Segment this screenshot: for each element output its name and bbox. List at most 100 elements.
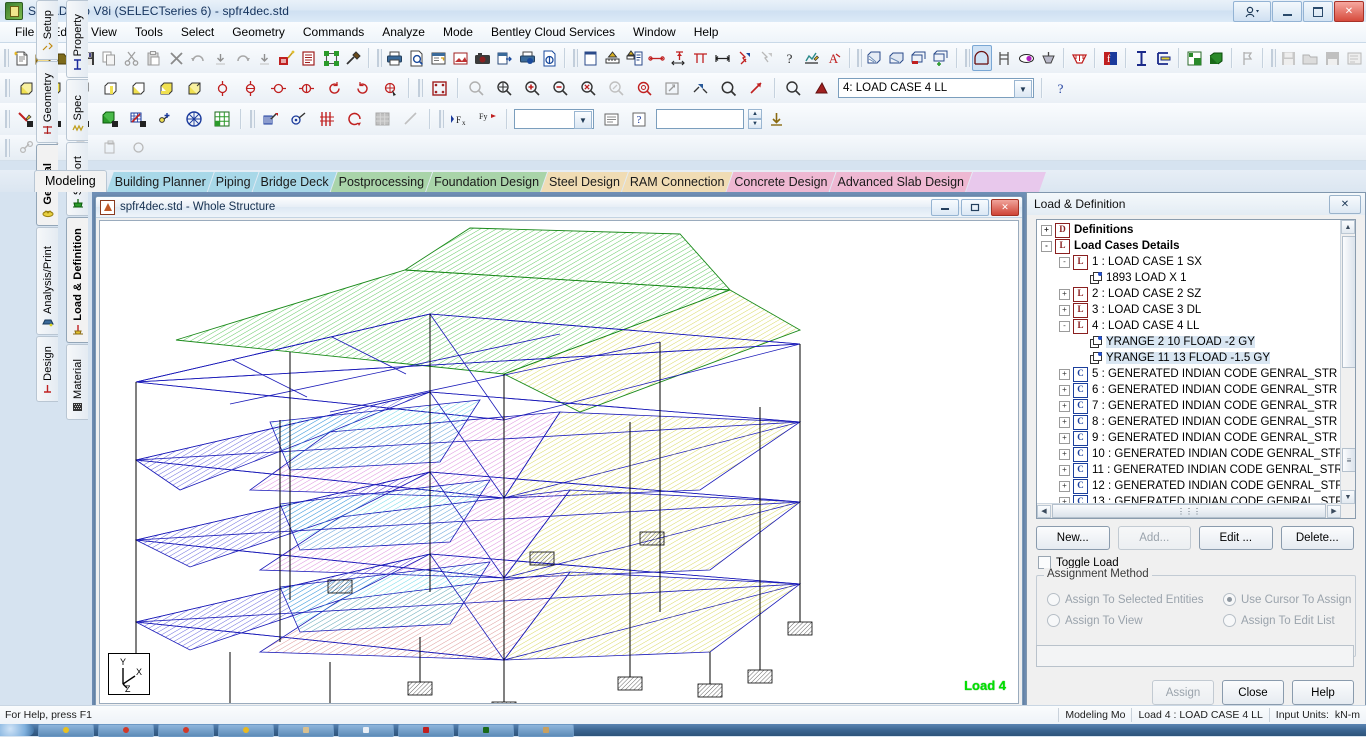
mode-tab-bridge-deck[interactable]: Bridge Deck — [253, 172, 337, 192]
section-i-icon[interactable] — [1131, 45, 1151, 71]
load-case-combo[interactable]: 4: LOAD CASE 4 LL ▼ — [838, 78, 1034, 98]
node-view-icon[interactable] — [1016, 45, 1036, 71]
rotate-y-neg-icon[interactable] — [293, 75, 319, 101]
save-disabled-icon[interactable] — [1278, 45, 1298, 71]
snapshot-delete-icon[interactable] — [909, 45, 929, 71]
add-load-button[interactable]: Add... — [1117, 526, 1191, 550]
tree-item[interactable]: + C 12 : GENERATED INDIAN CODE GENRAL_STR — [1037, 478, 1341, 494]
mode-tab-building-planner[interactable]: Building Planner — [107, 172, 214, 192]
child-restore-button[interactable] — [961, 198, 989, 216]
print-job-icon[interactable] — [517, 45, 537, 71]
zoom-in-icon[interactable] — [519, 75, 545, 101]
toolbar-grip[interactable] — [415, 77, 423, 99]
tree-item[interactable]: - L Load Cases Details — [1037, 238, 1341, 254]
model-tree-icon[interactable] — [321, 45, 341, 71]
toolbar-grip[interactable] — [247, 108, 255, 130]
maximize-button[interactable] — [1303, 1, 1333, 22]
paste-icon[interactable] — [144, 45, 164, 71]
toolbar-grip[interactable] — [1269, 47, 1275, 69]
assign-property-icon[interactable] — [258, 106, 284, 132]
chevron-down-icon[interactable]: ▼ — [1014, 80, 1032, 98]
mode-tab-steel-design[interactable]: Steel Design — [541, 172, 628, 192]
save-as-disabled-icon[interactable] — [1322, 45, 1342, 71]
menu-tools[interactable]: Tools — [126, 23, 172, 41]
mode-tab-advanced-slab-design[interactable]: Advanced Slab Design — [830, 172, 972, 192]
close-button[interactable]: Close — [1222, 680, 1284, 705]
circular-repeat-icon[interactable] — [181, 106, 207, 132]
zoom-selection-icon[interactable] — [631, 75, 657, 101]
toolbar-grip[interactable] — [571, 47, 577, 69]
value-input[interactable] — [656, 109, 744, 129]
radio-assign-to-view[interactable]: Assign To View — [1047, 614, 1143, 627]
mode-tab-foundation-design[interactable]: Foundation Design — [426, 172, 547, 192]
section-t-icon[interactable] — [1153, 45, 1173, 71]
zoom-disabled-icon[interactable] — [463, 75, 489, 101]
expand-icon[interactable]: + — [1059, 288, 1070, 300]
table-icon[interactable] — [580, 45, 600, 71]
tree-item[interactable]: + D Definitions — [1037, 222, 1341, 238]
sidebar-tab-property[interactable]: Property — [66, 0, 88, 78]
close-button[interactable]: ✕ — [1334, 1, 1364, 22]
find-node-icon[interactable] — [780, 75, 806, 101]
rotate-ccw-icon[interactable] — [321, 75, 347, 101]
magnifier-icon[interactable] — [715, 75, 741, 101]
start-button[interactable] — [0, 724, 34, 736]
snapshot-add-icon[interactable] — [931, 45, 951, 71]
scroll-up-icon[interactable]: ▲ — [1341, 220, 1355, 234]
tree-item[interactable]: YRANGE 2 10 FLOAD -2 GY — [1037, 334, 1341, 350]
chevron-down-icon[interactable]: ▼ — [574, 111, 592, 129]
collapse-icon[interactable]: - — [1059, 320, 1070, 332]
expand-icon[interactable]: + — [1059, 464, 1070, 476]
list-icon[interactable] — [598, 106, 624, 132]
measure-icon[interactable] — [602, 45, 622, 71]
load-view-icon[interactable] — [1069, 45, 1089, 71]
camera-icon[interactable] — [473, 45, 493, 71]
sidebar-tab-spec[interactable]: Spec — [66, 79, 88, 141]
text-annotate-icon[interactable]: A — [824, 45, 844, 71]
rotate-cw-icon[interactable] — [349, 75, 375, 101]
taskbar-item-8[interactable] — [458, 723, 514, 737]
tree-item[interactable]: + L 2 : LOAD CASE 2 SZ — [1037, 286, 1341, 302]
copy-icon[interactable] — [100, 45, 120, 71]
expand-icon[interactable]: + — [1059, 416, 1070, 428]
free-rotate-icon[interactable] — [377, 75, 403, 101]
label-pointer-icon[interactable] — [735, 45, 755, 71]
tree-item[interactable]: + C 7 : GENERATED INDIAN CODE GENRAL_STR — [1037, 398, 1341, 414]
toolbar-grip[interactable] — [2, 137, 10, 159]
measure-report-icon[interactable] — [624, 45, 644, 71]
child-minimize-button[interactable] — [931, 198, 959, 216]
mode-tab-earthquake[interactable]: Earthquake — [966, 172, 1046, 192]
node-distance-icon[interactable] — [646, 45, 666, 71]
snapshot-front-icon[interactable] — [865, 45, 885, 71]
spinner-down-icon[interactable]: ▼ — [748, 119, 762, 129]
sidebar-tab-setup[interactable]: Setup — [36, 0, 58, 60]
assign-spec-icon[interactable] — [286, 106, 312, 132]
menu-bentley-cloud-services[interactable]: Bentley Cloud Services — [482, 23, 624, 41]
menu-analyze[interactable]: Analyze — [373, 23, 434, 41]
support-dimension-icon[interactable] — [691, 45, 711, 71]
toolbar-grip[interactable] — [855, 47, 861, 69]
taskbar-item-5[interactable] — [278, 723, 334, 737]
perspective-view-icon[interactable] — [181, 75, 207, 101]
radio-assign-to-edit-list[interactable]: Assign To Edit List — [1223, 614, 1335, 627]
bottom-view-icon[interactable] — [153, 75, 179, 101]
sidebar-tab-geometry[interactable]: Geometry — [36, 61, 58, 143]
expand-icon[interactable]: + — [1059, 448, 1070, 460]
help-question-icon[interactable]: ? — [779, 45, 799, 71]
assign-release-disabled-icon[interactable] — [398, 106, 424, 132]
tree-item[interactable]: -L 4 : LOAD CASE 4 LL — [1037, 318, 1341, 334]
section-cut-icon[interactable] — [808, 75, 834, 101]
export-icon[interactable] — [495, 45, 515, 71]
assign-support-icon[interactable] — [314, 106, 340, 132]
collapse-icon[interactable]: - — [1041, 240, 1052, 252]
add-solid-icon[interactable] — [97, 106, 123, 132]
rotate-x-neg-icon[interactable] — [237, 75, 263, 101]
tree-item[interactable]: -L 1 : LOAD CASE 1 SX — [1037, 254, 1341, 270]
toolbar-grip[interactable] — [963, 47, 969, 69]
toolbar-grip[interactable] — [436, 108, 444, 130]
secondary-combo[interactable]: ▼ — [514, 109, 594, 129]
tree-item[interactable]: + C 10 : GENERATED INDIAN CODE GENRAL_STR — [1037, 446, 1341, 462]
tree-item[interactable]: + C 9 : GENERATED INDIAN CODE GENRAL_STR — [1037, 430, 1341, 446]
snapshot-icon[interactable] — [887, 45, 907, 71]
whole-structure-icon[interactable] — [971, 45, 992, 71]
